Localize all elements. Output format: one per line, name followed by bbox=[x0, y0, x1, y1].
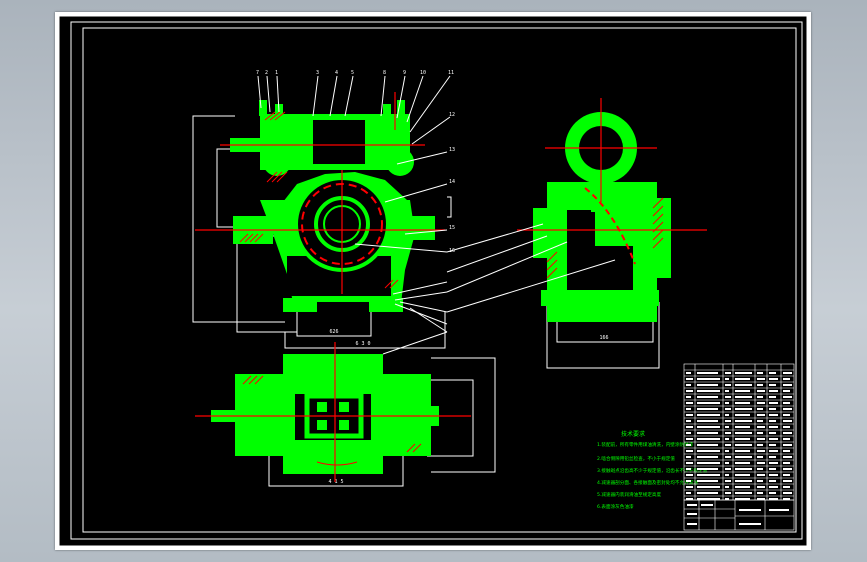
note-line: 2.啮合侧隙用铅丝检查，不小于规定值 bbox=[597, 455, 675, 462]
top-gear-slot-4 bbox=[339, 420, 349, 430]
part-number: 9 bbox=[403, 70, 406, 76]
part-number: 8 bbox=[383, 70, 386, 76]
top-gear-slot-3 bbox=[317, 420, 327, 430]
part-number: 12 bbox=[449, 112, 455, 118]
note-line: 6.表面涂灰色油漆 bbox=[597, 503, 634, 510]
front-dim-626: 626 bbox=[329, 329, 338, 335]
note-line: 5.减速器内装润滑油至规定高度 bbox=[597, 491, 662, 498]
part-number: 2 bbox=[265, 70, 268, 76]
note-line: 4.减速器剖分面、各接触面及密封处均不允许漏油 bbox=[597, 479, 698, 486]
notes-title: 技术要求 bbox=[621, 430, 645, 438]
bearing-cap-right bbox=[386, 148, 414, 176]
part-number: 15 bbox=[449, 225, 455, 231]
side-foot bbox=[541, 290, 659, 306]
part-number: 14 bbox=[449, 179, 455, 185]
part-number: 11 bbox=[448, 70, 454, 76]
top-gear-slot-1 bbox=[317, 402, 327, 412]
bolt-top-3 bbox=[383, 104, 391, 116]
part-number: 7 bbox=[256, 70, 259, 76]
top-upper-boss bbox=[283, 354, 383, 378]
top-lower-boss bbox=[283, 452, 383, 474]
part-number: 3 bbox=[316, 70, 319, 76]
foot-cutout bbox=[317, 302, 369, 312]
part-number: 5 bbox=[351, 70, 354, 76]
side-flange-right bbox=[651, 198, 671, 278]
shaft-right bbox=[405, 216, 435, 240]
side-dim-166: 166 bbox=[599, 335, 608, 341]
top-dim-415: 4 1 5 bbox=[328, 479, 343, 485]
part-number: 1 bbox=[275, 70, 278, 76]
front-dim-630: 6 3 0 bbox=[355, 341, 370, 347]
top-shaft-end bbox=[235, 428, 251, 444]
note-line: 1.装配前，所有零件用煤油清洗，内壁涂防锈漆 bbox=[597, 441, 694, 448]
cad-drawing: 626 6 3 0 7 2 1 3 4 5 8 9 10 11 12 13 14… bbox=[58, 15, 808, 547]
worm-housing-cavity bbox=[313, 120, 365, 164]
drawing-sheet: 626 6 3 0 7 2 1 3 4 5 8 9 10 11 12 13 14… bbox=[55, 12, 811, 550]
part-number: 10 bbox=[420, 70, 426, 76]
top-gear-slot-2 bbox=[339, 402, 349, 412]
part-number: 13 bbox=[449, 147, 455, 153]
part-number: 4 bbox=[335, 70, 338, 76]
